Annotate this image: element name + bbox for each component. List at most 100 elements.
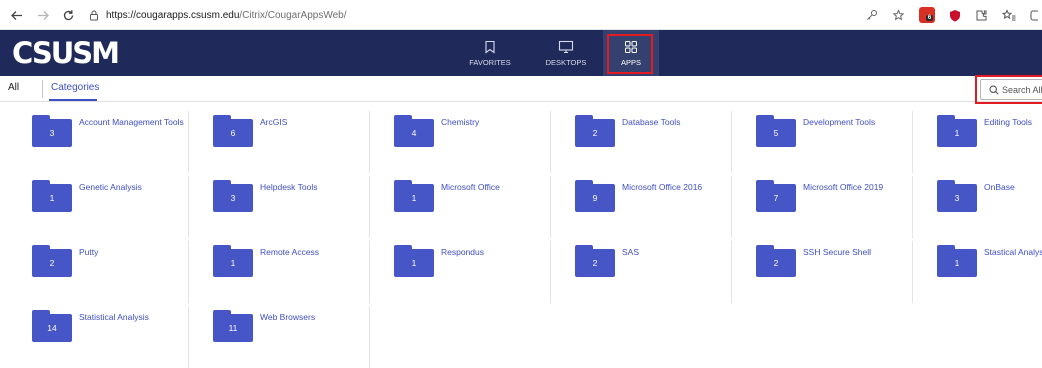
tab-categories[interactable]: Categories	[51, 82, 99, 93]
category-name: Microsoft Office 2019	[803, 182, 884, 192]
collections-icon[interactable]	[1030, 9, 1038, 22]
category-tile[interactable]: 1 Genetic Analysis	[8, 168, 189, 238]
category-name: Respondus	[441, 247, 485, 257]
tab-all[interactable]: All	[8, 82, 19, 93]
extension-badge-icon[interactable]: 6	[919, 7, 935, 23]
category-count: 2	[49, 258, 55, 268]
apps-highlight-box	[607, 34, 653, 74]
nav-favorites-label: FAVORITES	[469, 57, 511, 67]
category-tile[interactable]: 1 Microsoft Office	[370, 168, 551, 238]
csusm-logo: CSUSM	[12, 36, 120, 70]
category-name: Putty	[79, 247, 99, 257]
category-tile[interactable]: 6 ArcGIS	[189, 103, 370, 173]
folder-icon: 3	[213, 180, 253, 212]
forward-button[interactable]	[33, 5, 53, 25]
category-name: Genetic Analysis	[79, 182, 142, 192]
arrow-left-icon	[10, 10, 22, 20]
category-count: 1	[411, 193, 417, 203]
category-tile[interactable]: 1 Stastical Analysis	[913, 233, 1042, 298]
category-count: 1	[230, 258, 236, 268]
category-tile[interactable]: 5 Development Tools	[732, 103, 913, 173]
search-highlight-box	[975, 75, 1042, 104]
folder-icon: 6	[213, 115, 253, 147]
category-tile[interactable]: 2 Putty	[8, 233, 189, 303]
tab-active-indicator	[49, 99, 97, 101]
category-name: Web Browsers	[260, 312, 316, 322]
category-count: 2	[592, 128, 598, 138]
category-tile[interactable]: 11 Web Browsers	[189, 298, 370, 368]
category-name: Stastical Analysis	[984, 247, 1042, 257]
shield-icon[interactable]	[949, 9, 961, 22]
nav-desktops[interactable]: DESKTOPS	[544, 30, 588, 76]
folder-icon: 2	[575, 245, 615, 277]
folder-icon: 9	[575, 180, 615, 212]
category-tile[interactable]: 3 Account Management Tools	[8, 103, 189, 173]
category-name: Microsoft Office 2016	[622, 182, 703, 192]
monitor-icon	[558, 40, 574, 53]
folder-icon: 3	[32, 115, 72, 147]
category-tile[interactable]: 4 Chemistry	[370, 103, 551, 173]
category-count: 7	[773, 193, 779, 203]
favorite-star-icon[interactable]	[892, 8, 905, 22]
category-name: SAS	[622, 247, 640, 257]
app-header: CSUSM	[0, 30, 1042, 76]
folder-icon: 2	[575, 115, 615, 147]
category-tile[interactable]: 2 Database Tools	[551, 103, 732, 173]
folder-icon: 1	[937, 115, 977, 147]
category-count: 2	[592, 258, 598, 268]
category-name: Microsoft Office	[441, 182, 500, 192]
reload-button[interactable]	[58, 5, 78, 25]
category-name: Helpdesk Tools	[260, 182, 318, 192]
url-path: /Citrix/CougarAppsWeb/	[239, 9, 347, 21]
category-count: 14	[47, 323, 57, 333]
folder-icon: 1	[213, 245, 253, 277]
url-host: https://cougarapps.csusm.edu	[106, 9, 240, 21]
category-name: Editing Tools	[984, 117, 1033, 127]
category-tile[interactable]: 7 Microsoft Office 2019	[732, 168, 913, 238]
category-name: ArcGIS	[260, 117, 288, 127]
folder-icon: 11	[213, 310, 253, 342]
category-count: 2	[773, 258, 779, 268]
folder-icon: 1	[394, 180, 434, 212]
category-count: 5	[773, 128, 779, 138]
category-name: Database Tools	[622, 117, 681, 127]
category-count: 4	[411, 128, 417, 138]
nav-desktops-label: DESKTOPS	[545, 57, 587, 67]
category-name: SSH Secure Shell	[803, 247, 872, 257]
category-tile[interactable]: 3 Helpdesk Tools	[189, 168, 370, 238]
puzzle-icon[interactable]	[975, 9, 988, 22]
browser-actions: 6	[866, 5, 1042, 25]
category-tile[interactable]: 9 Microsoft Office 2016	[551, 168, 732, 238]
folder-icon: 3	[937, 180, 977, 212]
browser-toolbar: https://cougarapps.csusm.edu/Citrix/Coug…	[0, 0, 1042, 30]
category-tile[interactable]: 3 OnBase	[913, 168, 1042, 233]
category-tile[interactable]: 1 Remote Access	[189, 233, 370, 303]
category-tile[interactable]: 2 SSH Secure Shell	[732, 233, 913, 303]
category-tile[interactable]: 14 Statistical Analysis	[8, 298, 189, 368]
folder-icon: 1	[394, 245, 434, 277]
category-tile[interactable]: 2 SAS	[551, 233, 732, 303]
folder-icon: 2	[32, 245, 72, 277]
category-count: 1	[49, 193, 55, 203]
category-tile[interactable]: 1 Respondus	[370, 233, 551, 303]
category-name: OnBase	[984, 182, 1015, 192]
tab-divider	[42, 80, 43, 98]
folder-icon: 7	[756, 180, 796, 212]
folder-icon: 14	[32, 310, 72, 342]
category-count: 1	[411, 258, 417, 268]
favorites-list-icon[interactable]	[1002, 8, 1016, 22]
nav-favorites[interactable]: FAVORITES	[469, 30, 511, 76]
key-icon[interactable]	[866, 9, 878, 21]
back-button[interactable]	[6, 5, 26, 25]
category-name: Statistical Analysis	[79, 312, 149, 322]
address-bar[interactable]: https://cougarapps.csusm.edu/Citrix/Coug…	[88, 5, 347, 25]
category-tile[interactable]: 1 Editing Tools	[913, 103, 1042, 168]
folder-icon: 2	[756, 245, 796, 277]
folder-icon: 4	[394, 115, 434, 147]
category-name: Chemistry	[441, 117, 480, 127]
category-count: 6	[230, 128, 236, 138]
category-name: Account Management Tools	[79, 117, 184, 127]
folder-icon: 1	[32, 180, 72, 212]
bookmark-icon	[485, 40, 495, 54]
folder-icon: 1	[937, 245, 977, 277]
